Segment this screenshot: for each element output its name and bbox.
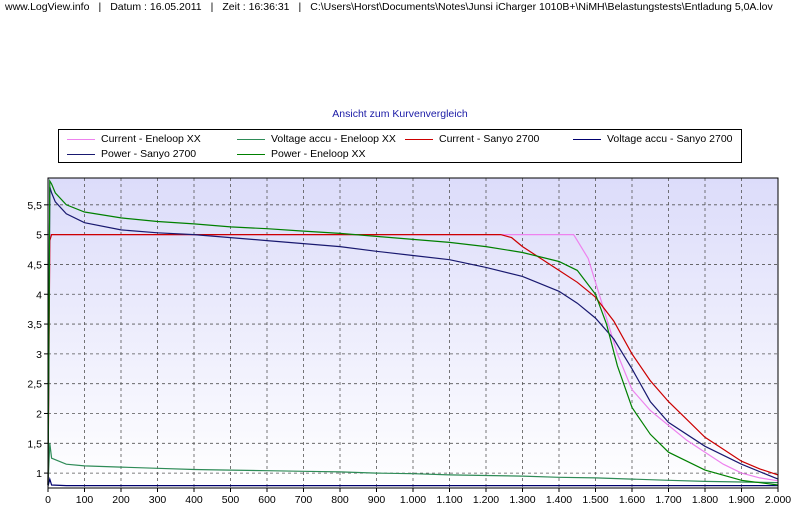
x-tick-label: 300: [149, 494, 167, 506]
y-tick-label: 4,5: [27, 259, 42, 271]
x-tick-label: 1.500: [582, 494, 608, 506]
x-tick-label: 1.400: [546, 494, 572, 506]
x-tick-label: 0: [45, 494, 51, 506]
x-tick-label: 1.000: [400, 494, 426, 506]
x-tick-label: 400: [185, 494, 203, 506]
x-axis: 0 100 200 300 400 500 600 700 800 900 1.000 1.100 1.…: [45, 488, 791, 506]
x-tick-label: 500: [222, 494, 240, 506]
y-tick-label: 5,5: [27, 200, 42, 212]
y-tick-label: 4: [36, 289, 42, 301]
y-tick-label: 5: [36, 230, 42, 242]
x-tick-label: 900: [368, 494, 386, 506]
x-tick-label: 1.900: [728, 494, 754, 506]
y-tick-label: 1: [36, 468, 42, 480]
x-tick-label: 1.200: [473, 494, 499, 506]
plot-area: 0 100 200 300 400 500 600 700 800 900 1.000 1.100 1.…: [27, 177, 791, 506]
y-tick-label: 2: [36, 408, 42, 420]
x-tick-label: 600: [258, 494, 276, 506]
x-tick-label: 200: [112, 494, 130, 506]
y-tick-label: 3,5: [27, 319, 42, 331]
plot-background: [48, 178, 778, 488]
x-tick-label: 1.700: [655, 494, 681, 506]
x-tick-label: 1.300: [509, 494, 535, 506]
y-tick-label: 1,5: [27, 438, 42, 450]
x-tick-label: 1.100: [436, 494, 462, 506]
y-tick-label: 2,5: [27, 379, 42, 391]
x-tick-label: 700: [295, 494, 313, 506]
x-tick-label: 1.600: [619, 494, 645, 506]
y-tick-label: 3: [36, 349, 42, 361]
y-axis: 1 1,5 2 2,5 3 3,5 4 4,5 5 5,5: [27, 200, 48, 480]
x-tick-label: 800: [331, 494, 349, 506]
x-tick-label: 2.000: [765, 494, 791, 506]
x-tick-label: 1.800: [692, 494, 718, 506]
x-tick-label: 100: [76, 494, 94, 506]
